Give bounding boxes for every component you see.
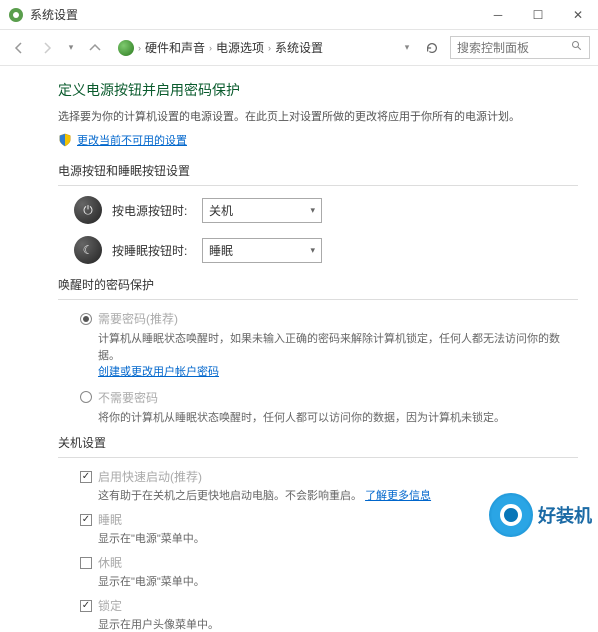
checkbox-label: 休眠 (98, 554, 122, 571)
power-button-label: 按电源按钮时: (112, 202, 192, 219)
checkbox: ✓ (80, 600, 92, 612)
divider (58, 299, 578, 300)
select-value: 睡眠 (209, 242, 233, 259)
radio-input (80, 313, 92, 325)
titlebar: 系统设置 ─ ☐ ✕ (0, 0, 598, 30)
radio-desc: 计算机从睡眠状态唤醒时，如果未输入正确的密码来解除计算机锁定，任何人都无法访问你… (98, 331, 578, 381)
close-button[interactable]: ✕ (558, 0, 598, 30)
search-icon (571, 40, 583, 55)
section-title-wake: 唤醒时的密码保护 (58, 276, 578, 293)
content: 定义电源按钮并启用密码保护 选择要为你的计算机设置的电源设置。在此页上对设置所做… (0, 66, 598, 632)
learn-more-link[interactable]: 了解更多信息 (365, 490, 431, 502)
breadcrumb[interactable]: › 硬件和声音 › 电源选项 › 系统设置 (112, 37, 394, 58)
back-button[interactable] (8, 37, 30, 59)
divider (58, 185, 578, 186)
wake-radio-group: 需要密码(推荐) 计算机从睡眠状态唤醒时，如果未输入正确的密码来解除计算机锁定，… (80, 310, 578, 426)
maximize-button[interactable]: ☐ (518, 0, 558, 30)
radio-no-password: 不需要密码 (80, 389, 578, 406)
checkbox-label: 启用快速启动(推荐) (98, 468, 202, 485)
power-icon: ⏻ (74, 196, 102, 224)
checkbox: ✓ (80, 514, 92, 526)
radio-require-password: 需要密码(推荐) (80, 310, 578, 327)
check-desc: 显示在"电源"菜单中。 (98, 573, 578, 589)
shield-icon (58, 133, 72, 147)
app-icon (8, 7, 24, 23)
breadcrumb-item[interactable]: 电源选项 (216, 39, 264, 56)
section-title-power: 电源按钮和睡眠按钮设置 (58, 162, 578, 179)
check-hibernate: 休眠 (80, 554, 578, 571)
radio-input (80, 391, 92, 403)
sleep-button-select[interactable]: 睡眠 ▾ (202, 238, 322, 263)
forward-button[interactable] (36, 37, 58, 59)
change-unavailable-link[interactable]: 更改当前不可用的设置 (77, 132, 187, 148)
minimize-button[interactable]: ─ (478, 0, 518, 30)
check-lock: ✓ 锁定 (80, 597, 578, 614)
navbar: ▾ › 硬件和声音 › 电源选项 › 系统设置 ▾ (0, 30, 598, 66)
watermark: 好装机 (489, 493, 592, 537)
divider (58, 457, 578, 458)
check-fastboot: ✓ 启用快速启动(推荐) (80, 468, 578, 485)
search-input[interactable] (457, 41, 567, 55)
breadcrumb-dropdown[interactable]: ▾ (400, 42, 414, 53)
globe-icon (118, 40, 134, 56)
change-unavailable-link-row: 更改当前不可用的设置 (58, 132, 578, 148)
refresh-button[interactable] (420, 36, 444, 60)
create-password-link[interactable]: 创建或更改用户帐户密码 (98, 366, 219, 378)
watermark-text: 好装机 (538, 502, 592, 528)
breadcrumb-item[interactable]: 硬件和声音 (145, 39, 205, 56)
search-box[interactable] (450, 36, 590, 59)
page-heading: 定义电源按钮并启用密码保护 (58, 80, 578, 100)
radio-desc: 将你的计算机从睡眠状态唤醒时，任何人都可以访问你的数据，因为计算机未锁定。 (98, 410, 578, 427)
window-controls: ─ ☐ ✕ (478, 0, 598, 30)
history-dropdown[interactable]: ▾ (64, 42, 78, 53)
chevron-down-icon: ▾ (310, 245, 315, 256)
radio-label: 需要密码(推荐) (98, 310, 178, 327)
checkbox-label: 锁定 (98, 597, 122, 614)
checkbox-label: 睡眠 (98, 511, 122, 528)
chevron-down-icon: ▾ (310, 205, 315, 216)
power-button-select[interactable]: 关机 ▾ (202, 198, 322, 223)
radio-label: 不需要密码 (98, 389, 158, 406)
checkbox (80, 557, 92, 569)
select-value: 关机 (209, 202, 233, 219)
sleep-button-row: ☾ 按睡眠按钮时: 睡眠 ▾ (74, 236, 578, 264)
section-title-shutdown: 关机设置 (58, 434, 578, 451)
sleep-button-label: 按睡眠按钮时: (112, 242, 192, 259)
sleep-icon: ☾ (74, 236, 102, 264)
page-subtext: 选择要为你的计算机设置的电源设置。在此页上对设置所做的更改将应用于你所有的电源计… (58, 108, 578, 124)
check-desc: 显示在用户头像菜单中。 (98, 616, 578, 632)
breadcrumb-item[interactable]: 系统设置 (275, 39, 323, 56)
power-button-row: ⏻ 按电源按钮时: 关机 ▾ (74, 196, 578, 224)
checkbox: ✓ (80, 471, 92, 483)
watermark-logo-icon (489, 493, 533, 537)
up-button[interactable] (84, 37, 106, 59)
window-title: 系统设置 (30, 6, 478, 23)
